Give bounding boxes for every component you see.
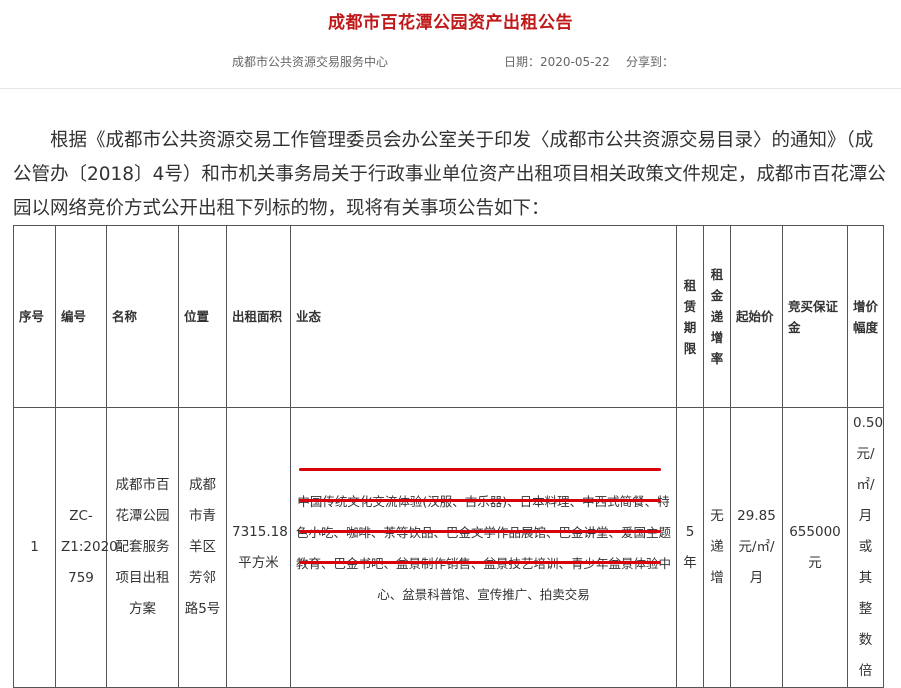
table-row: 1 ZC-Z1:2020-759 成都市百花潭公园配套服务项目出租方案 成都市青… (13, 407, 884, 688)
cell-seq: 1 (13, 407, 56, 688)
cell-start-price: 29.85元/㎡/月 (730, 407, 783, 688)
intro-paragraph: 根据《成都市公共资源交易工作管理委员会办公室关于印发〈成都市公共资源交易目录〉的… (13, 124, 888, 226)
highlight-underline (299, 468, 661, 471)
cell-location: 成都市青羊区芳邻路5号 (178, 407, 227, 688)
header-location: 位置 (178, 225, 227, 408)
cell-term: 5年 (676, 407, 704, 688)
header-rent-increase: 租金递增率 (703, 225, 731, 408)
header-code: 编号 (55, 225, 107, 408)
share-link[interactable]: 分享到： (626, 53, 674, 70)
header-seq: 序号 (13, 225, 56, 408)
header-business: 业态 (290, 225, 677, 408)
business-text: 中国传统文化交流体验(汉服、古乐器)、日本料理、中西式简餐、特色小吃、咖啡、茶等… (296, 493, 672, 602)
header-area: 出租面积 (226, 225, 291, 408)
cell-code: ZC-Z1:2020-759 (55, 407, 123, 688)
cell-rent-increase: 无递增 (703, 407, 731, 688)
header-deposit: 竞买保证金 (782, 225, 848, 408)
highlight-underline (299, 499, 661, 502)
header-increment: 增价幅度 (847, 225, 884, 408)
cell-business: 中国传统文化交流体验(汉服、古乐器)、日本料理、中西式简餐、特色小吃、咖啡、茶等… (290, 407, 677, 688)
source-label: 成都市公共资源交易服务中心 (232, 55, 389, 69)
cell-deposit: 655000元 (782, 407, 848, 688)
page-title: 成都市百花潭公园资产出租公告 (328, 13, 573, 33)
intro-text: 根据《成都市公共资源交易工作管理委员会办公室关于印发〈成都市公共资源交易目录〉的… (13, 130, 886, 219)
cell-area: 7315.18平方米 (226, 407, 291, 688)
header-term: 租赁期限 (676, 225, 704, 408)
table-header-row: 序号 编号 名称 位置 出租面积 业态 租赁期限 租金递增率 起始价 竞买保证金… (13, 225, 884, 408)
publish-date: 日期：2020-05-22 (504, 55, 610, 69)
cell-increment: 0.50元/㎡/月或其整数倍 (847, 407, 884, 688)
lease-table: 序号 编号 名称 位置 出租面积 业态 租赁期限 租金递增率 起始价 竞买保证金… (13, 225, 884, 688)
header-name: 名称 (106, 225, 179, 408)
highlight-underline (299, 530, 661, 533)
highlight-underline (299, 561, 661, 564)
header-start-price: 起始价 (730, 225, 783, 408)
cell-name: 成都市百花潭公园配套服务项目出租方案 (106, 407, 179, 688)
header-divider (0, 88, 901, 89)
